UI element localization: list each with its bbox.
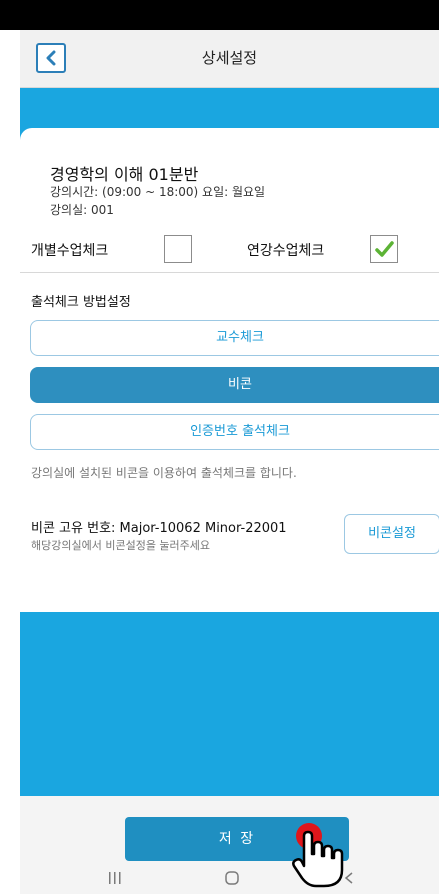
checkmark-icon	[375, 241, 394, 257]
course-title: 경영학의 이해 01분반	[50, 165, 199, 184]
back-button[interactable]	[36, 43, 66, 73]
attendance-method-label: 출석체크 방법설정	[31, 295, 131, 310]
divider	[20, 272, 439, 273]
method-professor-check-button[interactable]: 교수체크	[30, 320, 439, 356]
status-bar	[0, 0, 439, 30]
beacon-hint: 해당강의실에서 비콘설정을 눌러주세요	[31, 539, 211, 552]
chevron-left-icon	[46, 50, 56, 66]
individual-check-checkbox[interactable]	[164, 235, 192, 263]
course-room: 강의실: 001	[50, 203, 114, 217]
consecutive-check-checkbox[interactable]	[370, 235, 398, 263]
system-nav-bar	[20, 862, 439, 894]
method-description: 강의실에 설치된 비콘을 이용하여 출석체크를 합니다.	[31, 466, 297, 480]
beacon-settings-button[interactable]: 비콘설정	[344, 514, 439, 554]
method-beacon-button[interactable]: 비콘	[30, 367, 439, 403]
home-icon[interactable]	[215, 862, 249, 894]
course-time: 강의시간: (09:00 ~ 18:00) 요일: 월요일	[50, 185, 266, 199]
app-screen: 상세설정 경영학의 이해 01분반 강의시간: (09:00 ~ 18:00) …	[20, 30, 439, 894]
individual-check-label: 개별수업체크	[31, 243, 109, 259]
recent-apps-icon[interactable]	[98, 862, 132, 894]
method-auth-code-button[interactable]: 인증번호 출석체크	[30, 414, 439, 450]
beacon-id: 비콘 고유 번호: Major-10062 Minor-22001	[31, 521, 287, 536]
consecutive-check-label: 연강수업체크	[247, 243, 325, 259]
top-app-bar: 상세설정	[20, 30, 439, 88]
pointer-hand-icon	[292, 830, 344, 888]
page-title: 상세설정	[201, 49, 258, 67]
